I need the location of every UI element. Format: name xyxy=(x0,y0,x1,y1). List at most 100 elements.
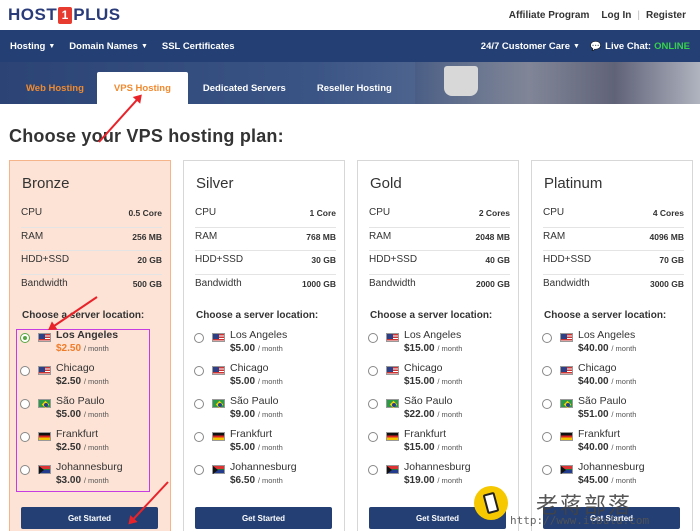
location-option[interactable]: Frankfurt $15.00 / month xyxy=(366,428,512,461)
location-option[interactable]: Los Angeles $2.50 / month xyxy=(18,329,164,362)
location-radio[interactable] xyxy=(542,333,552,343)
location-radio[interactable] xyxy=(542,399,552,409)
location-option[interactable]: Frankfurt $2.50 / month xyxy=(18,428,164,461)
location-price: $2.50 / month xyxy=(56,441,109,454)
live-chat-label: Live Chat: xyxy=(605,40,652,52)
location-radio[interactable] xyxy=(194,366,204,376)
top-bar: HOST 1 PLUS Affiliate Program Log In | Reg… xyxy=(0,0,700,30)
location-radio[interactable] xyxy=(194,432,204,442)
location-option[interactable]: Los Angeles $40.00 / month xyxy=(540,329,686,362)
us-flag-icon xyxy=(212,366,225,375)
location-option[interactable]: Chicago $5.00 / month xyxy=(192,362,338,395)
nav-customer-care[interactable]: 24/7 Customer Care ▼ xyxy=(481,41,580,52)
location-radio[interactable] xyxy=(20,432,30,442)
price-period: / month xyxy=(257,377,283,386)
nav-hosting[interactable]: Hosting ▼ xyxy=(10,41,55,52)
location-option[interactable]: São Paulo $9.00 / month xyxy=(192,395,338,428)
tab-web-hosting[interactable]: Web Hosting xyxy=(0,72,97,104)
location-city: Johannesburg xyxy=(56,461,123,473)
location-radio[interactable] xyxy=(194,399,204,409)
spec-value: 20 GB xyxy=(137,255,162,265)
location-option[interactable]: Frankfurt $5.00 / month xyxy=(192,428,338,461)
spec-row: RAM 2048 MB xyxy=(369,228,511,251)
location-option[interactable]: Johannesburg $6.50 / month xyxy=(192,461,338,494)
location-option[interactable]: Frankfurt $40.00 / month xyxy=(540,428,686,461)
location-price: $51.00 / month xyxy=(578,408,636,421)
location-radio[interactable] xyxy=(20,399,30,409)
location-option[interactable]: Johannesburg $3.00 / month xyxy=(18,461,164,494)
spec-row: RAM 256 MB xyxy=(21,228,162,251)
location-radio[interactable] xyxy=(368,465,378,475)
location-option[interactable]: São Paulo $22.00 / month xyxy=(366,395,512,428)
za-flag-icon xyxy=(560,465,573,474)
location-radio[interactable] xyxy=(194,333,204,343)
location-radio[interactable] xyxy=(368,366,378,376)
location-option[interactable]: Chicago $2.50 / month xyxy=(18,362,164,395)
get-started-button[interactable]: Get Started xyxy=(21,507,158,529)
host1plus-logo[interactable]: HOST 1 PLUS xyxy=(8,5,121,25)
br-flag-icon xyxy=(212,399,225,408)
location-radio[interactable] xyxy=(542,465,552,475)
watermark-url: http://www.itbulu.com xyxy=(510,514,650,527)
location-radio[interactable] xyxy=(368,333,378,343)
za-flag-icon xyxy=(212,465,225,474)
location-radio[interactable] xyxy=(542,432,552,442)
plan-card-gold: Gold CPU 2 Cores RAM 2048 MB HDD+SSD 40 GB Band… xyxy=(357,160,519,531)
price-amount: $2.50 xyxy=(56,442,82,453)
de-flag-icon xyxy=(212,432,225,441)
live-chat[interactable]: 💬 Live Chat: ONLINE xyxy=(590,41,690,52)
location-radio[interactable] xyxy=(368,432,378,442)
location-radio[interactable] xyxy=(194,465,204,475)
customer-care-label: 24/7 Customer Care xyxy=(480,40,571,52)
location-option[interactable]: Los Angeles $5.00 / month xyxy=(192,329,338,362)
plan-card-silver: Silver CPU 1 Core RAM 768 MB HDD+SSD 30 GB Band… xyxy=(183,160,345,531)
location-option[interactable]: Los Angeles $15.00 / month xyxy=(366,329,512,362)
nav-domain-names[interactable]: Domain Names ▼ xyxy=(69,41,148,52)
nav-ssl-certificates[interactable]: SSL Certificates xyxy=(162,41,235,52)
location-option[interactable]: São Paulo $51.00 / month xyxy=(540,395,686,428)
location-city: Los Angeles xyxy=(56,329,119,341)
location-price: $6.50 / month xyxy=(230,474,297,487)
location-radio[interactable] xyxy=(20,366,30,376)
logo-text-host: HOST xyxy=(8,5,58,24)
price-amount: $5.00 xyxy=(230,442,256,453)
price-amount: $5.00 xyxy=(56,409,82,420)
plan-name: Silver xyxy=(196,175,234,192)
page-title: Choose your VPS hosting plan: xyxy=(9,126,284,146)
spec-label: RAM xyxy=(369,230,392,242)
spec-row: CPU 2 Cores xyxy=(369,204,510,228)
affiliate-program-link[interactable]: Affiliate Program xyxy=(503,10,596,21)
login-link[interactable]: Log In xyxy=(595,10,637,21)
spec-row: CPU 0.5 Core xyxy=(21,204,162,228)
plans-grid: Bronze CPU 0.5 Core RAM 256 MB HDD+SSD 20 GB Ba… xyxy=(9,160,700,531)
location-radio[interactable] xyxy=(542,366,552,376)
location-city: Frankfurt xyxy=(578,428,621,440)
location-radio[interactable] xyxy=(20,465,30,475)
location-option[interactable]: Chicago $40.00 / month xyxy=(540,362,686,395)
location-city: Chicago xyxy=(404,362,443,374)
spec-label: Bandwidth xyxy=(21,277,68,289)
tab-reseller-hosting[interactable]: Reseller Hosting xyxy=(299,72,405,104)
spec-label: CPU xyxy=(543,207,565,218)
spec-value: 2048 MB xyxy=(475,231,511,242)
price-period: / month xyxy=(437,344,463,353)
de-flag-icon xyxy=(560,432,573,441)
spec-row: HDD+SSD 20 GB xyxy=(21,251,162,275)
spec-label: RAM xyxy=(195,230,218,242)
tab-dedicated-servers[interactable]: Dedicated Servers xyxy=(188,72,299,104)
price-amount: $40.00 xyxy=(578,442,609,453)
price-period: / month xyxy=(83,344,109,353)
spec-label: Bandwidth xyxy=(369,277,416,289)
plan-card-bronze: Bronze CPU 0.5 Core RAM 256 MB HDD+SSD 20 GB Ba… xyxy=(9,160,171,531)
get-started-button[interactable]: Get Started xyxy=(195,507,332,529)
location-radio[interactable] xyxy=(368,399,378,409)
register-link[interactable]: Register xyxy=(640,10,692,21)
price-amount: $9.00 xyxy=(230,409,256,420)
location-city: Chicago xyxy=(230,362,269,374)
price-period: / month xyxy=(83,410,109,419)
spec-row: HDD+SSD 70 GB xyxy=(543,251,684,275)
location-radio[interactable] xyxy=(20,333,30,343)
spec-value: 30 GB xyxy=(311,255,336,265)
location-option[interactable]: Chicago $15.00 / month xyxy=(366,362,512,395)
location-option[interactable]: São Paulo $5.00 / month xyxy=(18,395,164,428)
